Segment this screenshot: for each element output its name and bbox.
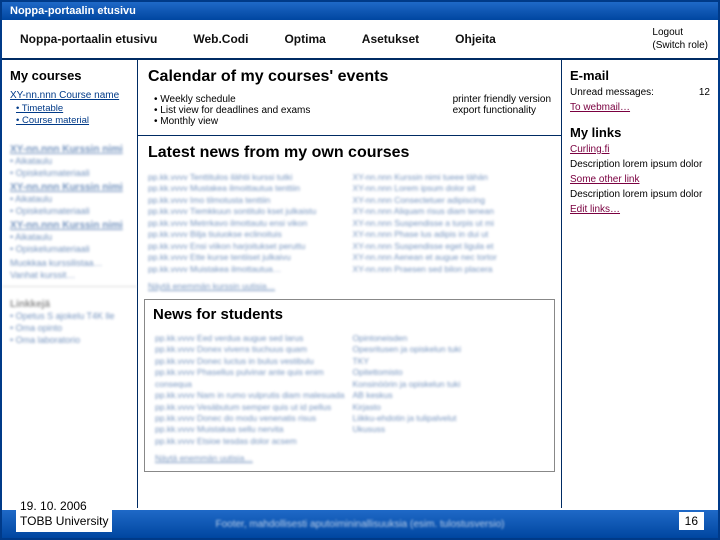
printer-friendly-label: printer friendly version [453,94,551,105]
body: My courses XY-nn.nnn Course name • Timet… [2,60,718,508]
footer-text: Footer, mahdollisesti aputoimininallisuu… [215,519,504,530]
my-courses-box: My courses XY-nn.nnn Course name • Timet… [2,60,137,132]
unread-count: 12 [699,87,710,98]
news-for-students-box: News for students pp.kk.vvvv Eed verdua … [144,299,555,472]
latest-news-table: pp.kk.vvvv Tenttitulos ilähtii kurssi tu… [138,172,561,281]
calendar-monthly: Monthly view [154,116,310,127]
news-students-heading: News for students [153,306,546,323]
students-news-table: pp.kk.vvvv Eed verdua augue sed laruspp.… [145,333,554,454]
my-courses-heading: My courses [10,68,129,83]
footer-org: TOBB University [20,514,108,530]
tab-ohjeita[interactable]: Ohjeita [437,20,514,58]
page-root: Noppa-portaalin etusivu Noppa-portaalin … [0,0,720,540]
unread-row: Unread messages: 12 [570,87,710,98]
footer-date-org: 19. 10. 2006 TOBB University [16,497,112,532]
edit-links-link[interactable]: Edit links… [570,204,620,215]
faded-course-list: XY-nn.nnn Kurssin nimi • Aikataulu • Opi… [2,132,137,286]
footer-page-number: 16 [679,512,704,530]
top-nav: Noppa-portaalin etusivu Web.Codi Optima … [2,20,718,60]
right-column: E-mail Unread messages: 12 To webmail… M… [562,60,718,508]
mylink-other-desc: Description lorem ipsum dolor [570,189,710,200]
export-functionality-label: export functionality [453,105,551,116]
calendar-list: List view for deadlines and exams [154,105,310,116]
tab-webcodi[interactable]: Web.Codi [175,20,266,58]
latest-news-section: Latest news from my own courses [138,136,561,172]
mylink-curling-desc: Description lorem ipsum dolor [570,159,710,170]
calendar-right-info: printer friendly version export function… [453,94,551,127]
mylink-curling[interactable]: Curling.fi [570,144,609,155]
middle-column: Calendar of my courses' events Weekly sc… [138,60,562,508]
tab-optima[interactable]: Optima [266,20,343,58]
course-material-link[interactable]: • Course material [16,115,129,128]
unread-label: Unread messages: [570,87,654,98]
footer-date: 19. 10. 2006 [20,499,108,515]
nav-tabs: Noppa-portaalin etusivu Web.Codi Optima … [2,20,642,58]
tab-home[interactable]: Noppa-portaalin etusivu [2,20,175,58]
calendar-bullets: Weekly schedule List view for deadlines … [148,94,310,127]
calendar-heading: Calendar of my courses' events [148,68,551,86]
my-links-heading: My links [570,125,710,140]
course-name-link[interactable]: XY-nn.nnn Course name [10,89,129,103]
switch-role-link[interactable]: (Switch role) [652,39,708,52]
tab-asetukset[interactable]: Asetukset [344,20,437,58]
email-heading: E-mail [570,68,710,83]
mylink-other[interactable]: Some other link [570,174,639,185]
links-box: Linkkejä • Opetus S ajokelu T4K lle • Om… [2,286,137,351]
timetable-link[interactable]: • Timetable [16,103,129,116]
left-column: My courses XY-nn.nnn Course name • Timet… [2,60,138,508]
window-titlebar: Noppa-portaalin etusivu [2,2,718,20]
logout-link[interactable]: Logout [652,26,708,39]
nav-right: Logout (Switch role) [642,20,718,58]
calendar-weekly: Weekly schedule [154,94,310,105]
latest-news-heading: Latest news from my own courses [148,144,551,162]
webmail-link[interactable]: To webmail… [570,102,630,113]
calendar-section: Calendar of my courses' events Weekly sc… [138,60,561,136]
